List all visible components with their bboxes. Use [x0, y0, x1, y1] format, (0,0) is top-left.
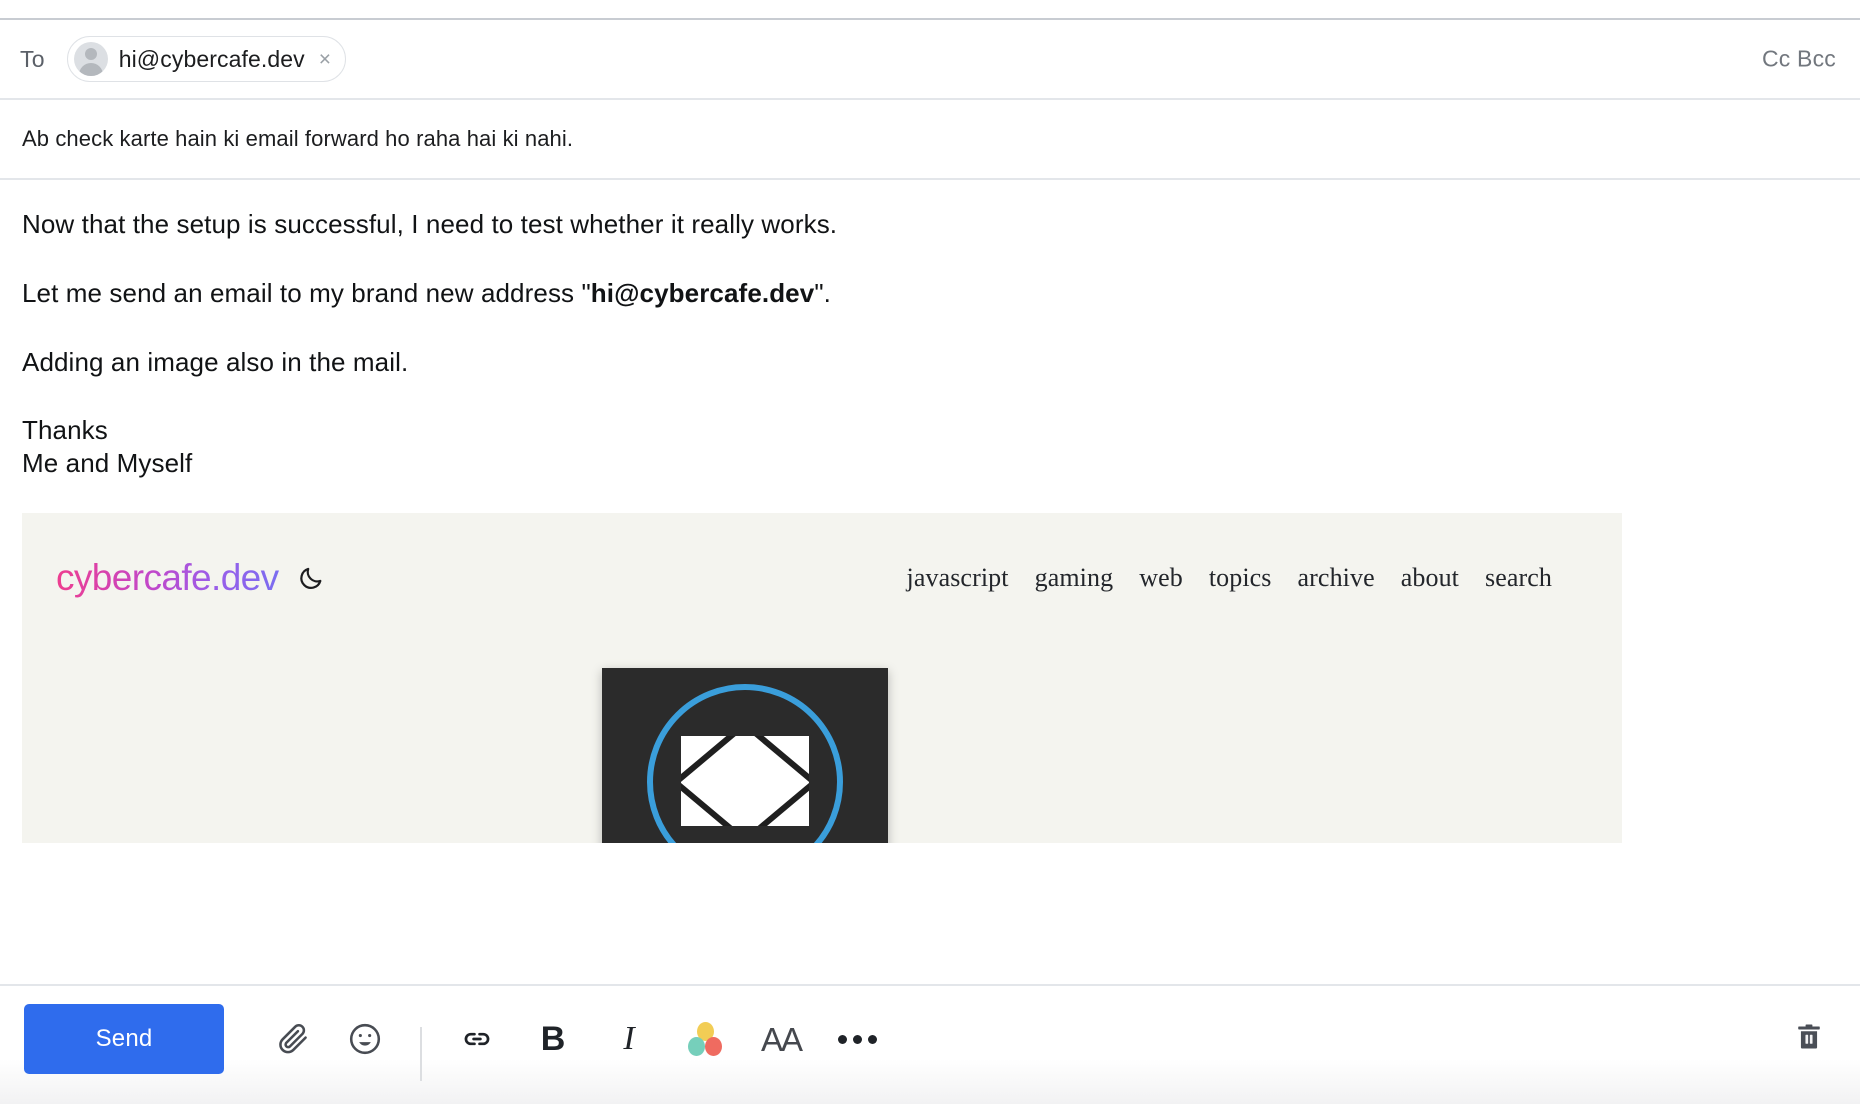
cc-bcc-toggle[interactable]: Cc Bcc: [1762, 46, 1836, 73]
bold-icon[interactable]: B: [522, 1008, 584, 1070]
person-avatar-icon: [73, 42, 108, 76]
nav-item-gaming[interactable]: gaming: [1035, 563, 1114, 593]
dot-2: [852, 1034, 862, 1044]
signature-line-1: Thanks: [22, 415, 108, 446]
compose-toolbar: Send B I AA: [0, 986, 1860, 1104]
envelope-flap-left: [681, 735, 753, 786]
subject-text: Ab check karte hain ki email forward ho …: [22, 126, 574, 151]
signature-block: Thanks Me and Myself: [22, 414, 1836, 479]
body-paragraph-2-suffix: ".: [814, 277, 831, 308]
body-paragraph-1: Now that the setup is successful, I need…: [22, 209, 838, 239]
nav-item-about[interactable]: about: [1401, 563, 1459, 593]
toolbar-divider: [420, 1027, 422, 1081]
to-field-row[interactable]: To hi@cybercafe.dev × Cc Bcc: [0, 20, 1860, 98]
emoji-icon[interactable]: [334, 1008, 396, 1070]
nav-item-javascript[interactable]: javascript: [907, 563, 1009, 593]
signature-line-2: Me and Myself: [22, 447, 193, 478]
text-color-icon[interactable]: [674, 1008, 736, 1070]
link-icon[interactable]: [446, 1008, 508, 1070]
clipped-header-remnant: [0, 0, 1860, 18]
remove-recipient-icon[interactable]: ×: [319, 49, 331, 70]
subject-field-row[interactable]: Ab check karte hain ki email forward ho …: [0, 100, 1860, 178]
nav-item-web[interactable]: web: [1139, 563, 1183, 593]
envelope-flap-right: [737, 735, 809, 786]
site-logo-text: cybercafe.dev: [56, 556, 279, 598]
embedded-inline-image[interactable]: cybercafe.dev javascript gaming web topi…: [22, 512, 1622, 843]
bold-glyph: B: [540, 1020, 566, 1058]
trash-icon[interactable]: [1784, 1012, 1834, 1062]
envelope-in-circle-icon: [602, 667, 888, 843]
body-paragraph-2-email: hi@cybercafe.dev: [590, 277, 815, 308]
embedded-site-header: cybercafe.dev javascript gaming web topi…: [22, 513, 1622, 599]
dot-1: [837, 1034, 847, 1044]
envelope-shape: [681, 735, 809, 826]
italic-icon[interactable]: I: [598, 1008, 660, 1070]
italic-glyph: I: [623, 1020, 635, 1057]
message-body[interactable]: Now that the setup is successful, I need…: [0, 180, 1860, 984]
nav-item-search[interactable]: search: [1485, 563, 1552, 593]
recipient-email: hi@cybercafe.dev: [118, 45, 305, 72]
font-size-glyph: AA: [760, 1020, 803, 1058]
body-paragraph-2-prefix: Let me send an email to my brand new add…: [22, 277, 591, 308]
dot-3: [867, 1034, 877, 1044]
recipient-chip[interactable]: hi@cybercafe.dev ×: [66, 36, 347, 82]
to-label: To: [20, 45, 45, 72]
color-swatch-teal: [688, 1037, 705, 1056]
font-size-icon[interactable]: AA: [750, 1008, 812, 1070]
formatting-tool-group: B I AA: [446, 1004, 888, 1074]
embedded-site-nav: javascript gaming web topics archive abo…: [907, 563, 1562, 593]
nav-item-archive[interactable]: archive: [1298, 563, 1375, 593]
body-paragraph-3: Adding an image also in the mail.: [22, 346, 409, 377]
moon-icon: [297, 564, 325, 592]
send-button[interactable]: Send: [24, 1004, 224, 1074]
embedded-site-brand: cybercafe.dev: [56, 557, 325, 599]
nav-item-topics[interactable]: topics: [1209, 563, 1272, 593]
attach-icon[interactable]: [262, 1008, 324, 1070]
compose-window: To hi@cybercafe.dev × Cc Bcc Ab check ka…: [0, 0, 1860, 1104]
color-swatches: [688, 1022, 722, 1056]
more-options-icon[interactable]: [826, 1008, 888, 1070]
body-paragraph-2: Let me send an email to my brand new add…: [22, 277, 1836, 310]
attachment-tool-group: [262, 1004, 396, 1074]
color-swatch-red: [705, 1037, 722, 1056]
ellipsis-dots: [837, 1034, 877, 1044]
